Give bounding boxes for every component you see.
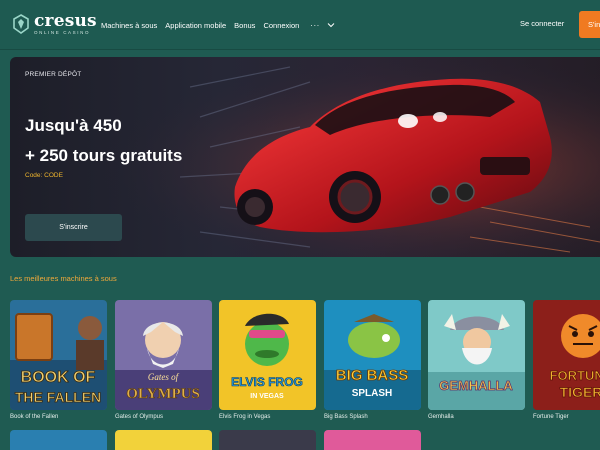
game-art-text: IN VEGAS xyxy=(250,393,284,400)
game-title[interactable]: Fortune Tiger xyxy=(533,414,569,420)
section-title: Les meilleures machines à sous xyxy=(10,274,117,283)
top-header: cresus ONLINE CASINO Machines à sous App… xyxy=(0,0,600,50)
game-tile-partial[interactable] xyxy=(10,430,107,450)
game-art-text: BOOK OF xyxy=(21,369,96,386)
signup-button[interactable]: S'inscrire xyxy=(579,11,600,38)
more-menu-icon[interactable]: ··· xyxy=(310,21,320,30)
game-tile-partial[interactable] xyxy=(115,430,212,450)
game-tile-partial[interactable] xyxy=(324,430,421,450)
gemhalla-thumbnail: GEMHALLA xyxy=(428,300,525,410)
hero-eyebrow: PREMIER DÉPÔT xyxy=(25,71,82,78)
fortune-tiger-thumbnail: FORTUNE TIGER xyxy=(533,300,600,410)
gates-of-olympus-thumbnail: Gates of OLYMPUS xyxy=(115,300,212,410)
game-tile-elvis-frog[interactable]: ELVIS FROG IN VEGAS xyxy=(219,300,316,410)
promo-code: Code: CODE xyxy=(25,172,63,179)
game-title[interactable]: Gates of Olympus xyxy=(115,414,163,420)
game-art-text: TIGER xyxy=(560,384,600,400)
game-tile-big-bass-splash[interactable]: BIG BASS SPLASH xyxy=(324,300,421,410)
game-art-text: FORTUNE xyxy=(550,368,600,383)
nav-login-link[interactable]: Connexion xyxy=(263,21,299,30)
main-nav: Machines à sous Application mobile Bonus… xyxy=(101,0,335,50)
cresus-logo[interactable]: cresus ONLINE CASINO xyxy=(12,12,97,36)
game-tile-gates-of-olympus[interactable]: Gates of OLYMPUS xyxy=(115,300,212,410)
game-tile-book-of-the-fallen[interactable]: BOOK OF THE FALLEN xyxy=(10,300,107,410)
game-title[interactable]: Gemhalla xyxy=(428,414,454,420)
game-art-text: Gates of xyxy=(148,372,180,382)
game-tile-fortune-tiger[interactable]: FORTUNE TIGER xyxy=(533,300,600,410)
nav-slots[interactable]: Machines à sous xyxy=(101,21,157,30)
elvis-frog-thumbnail: ELVIS FROG IN VEGAS xyxy=(219,300,316,410)
game-art-text: BIG BASS xyxy=(336,367,409,384)
hero-headline-spins: + 250 tours gratuits xyxy=(25,146,183,165)
nav-bonus[interactable]: Bonus xyxy=(234,21,255,30)
promo-banner[interactable]: PREMIER DÉPÔT Jusqu'à 450 + 250 tours gr… xyxy=(10,57,600,257)
login-link[interactable]: Se connecter xyxy=(520,19,564,28)
game-art-text: SPLASH xyxy=(352,388,393,399)
nav-mobile-app[interactable]: Application mobile xyxy=(165,21,226,30)
game-art-text: OLYMPUS xyxy=(126,386,200,402)
game-tile-gemhalla[interactable]: GEMHALLA xyxy=(428,300,525,410)
game-art-text: THE FALLEN xyxy=(15,389,101,405)
game-title[interactable]: Elvis Frog in Vegas xyxy=(219,414,270,420)
game-tile-partial[interactable] xyxy=(219,430,316,450)
logo-wordmark: cresus xyxy=(34,10,97,31)
logo-tagline: ONLINE CASINO xyxy=(34,29,91,35)
big-bass-splash-thumbnail: BIG BASS SPLASH xyxy=(324,300,421,410)
game-title[interactable]: Big Bass Splash xyxy=(324,414,368,420)
hero-signup-button[interactable]: S'inscrire xyxy=(25,214,122,241)
game-art-text: ELVIS FROG xyxy=(231,375,303,389)
game-art-text: GEMHALLA xyxy=(439,378,513,393)
book-of-the-fallen-thumbnail: BOOK OF THE FALLEN xyxy=(10,300,107,410)
game-title[interactable]: Book of the Fallen xyxy=(10,414,58,420)
logo-mark-icon xyxy=(13,14,29,34)
hero-headline-amount: Jusqu'à 450 xyxy=(25,116,122,135)
chevron-down-icon[interactable] xyxy=(327,21,335,29)
